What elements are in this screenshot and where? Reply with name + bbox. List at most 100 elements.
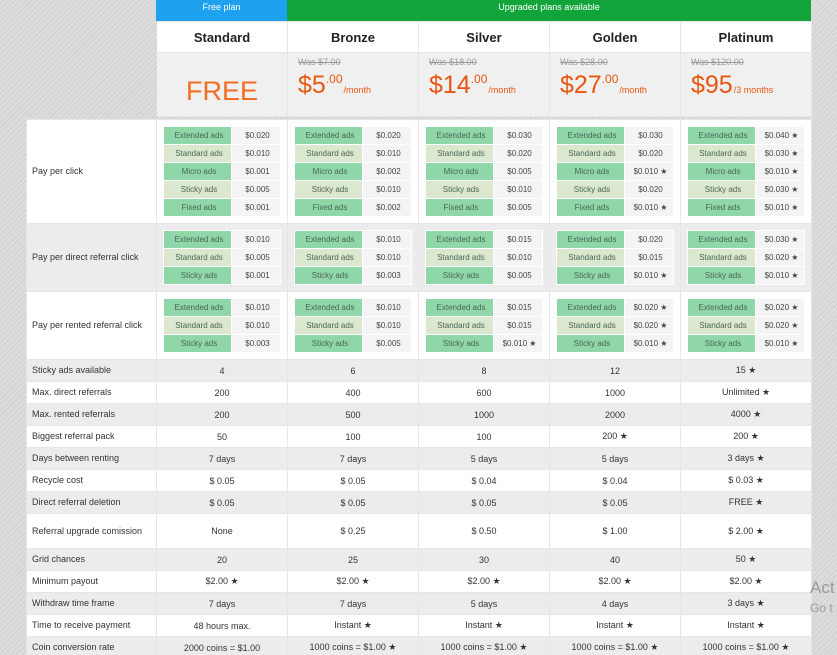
free-plan-banner: Free plan <box>156 0 287 21</box>
rate-row: Micro ads $0.010 ★ <box>687 162 805 181</box>
rate-type: Standard ads <box>163 316 232 335</box>
rate-value: $0.020 <box>493 144 543 163</box>
feature-label: Days between renting <box>26 447 157 470</box>
rate-row: Micro ads $0.001 <box>163 162 281 181</box>
feature-label: Referral upgrade comission <box>26 513 157 549</box>
plan-name-golden: Golden <box>549 21 681 53</box>
price-period: /month <box>488 85 516 95</box>
rate-type: Sticky ads <box>294 266 363 285</box>
feature-label: Direct referral deletion <box>26 491 157 514</box>
rate-row: Micro ads $0.010 ★ <box>556 162 674 181</box>
rate-type: Fixed ads <box>294 198 363 217</box>
rate-type: Fixed ads <box>425 198 494 217</box>
rate-type: Standard ads <box>294 316 363 335</box>
feature-label: Withdraw time frame <box>26 592 157 615</box>
feature-value: $ 0.05 <box>287 491 419 514</box>
rate-row: Sticky ads $0.010 ★ <box>425 334 543 353</box>
rate-row: Extended ads $0.015 <box>425 298 543 317</box>
feature-value: 48 hours max. <box>156 614 288 637</box>
feature-label: Sticky ads available <box>26 359 157 382</box>
rate-cell: Extended ads $0.020 Standard ads $0.010 Micr… <box>156 119 288 224</box>
rate-value: $0.010 ★ <box>755 162 805 181</box>
feature-value: 20 <box>156 548 288 571</box>
rate-type: Extended ads <box>163 126 232 145</box>
feature-row: Grid chances 20 25 30 40 50 ★ <box>26 548 812 571</box>
rate-row: Sticky ads $0.010 ★ <box>556 334 674 353</box>
feature-value: 500 <box>287 403 419 426</box>
rate-value: $0.030 ★ <box>755 180 805 199</box>
feature-row: Recycle cost $ 0.05 $ 0.05 $ 0.04 $ 0.04 $ 0.… <box>26 469 812 492</box>
rate-row: Sticky ads $0.005 <box>425 266 543 285</box>
rate-cell: Extended ads $0.015 Standard ads $0.010 Stic… <box>418 223 550 292</box>
rate-table: Extended ads $0.010 Standard ads $0.005 Stic… <box>163 230 281 285</box>
rate-table: Extended ads $0.030 Standard ads $0.020 Micr… <box>556 126 674 217</box>
rate-row: Sticky ads $0.003 <box>163 334 281 353</box>
rate-value: $0.020 ★ <box>755 316 805 335</box>
rate-value: $0.015 <box>493 298 543 317</box>
rate-table: Extended ads $0.015 Standard ads $0.015 Stic… <box>425 298 543 353</box>
feature-label: Biggest referral pack <box>26 425 157 448</box>
feature-value: 7 days <box>287 447 419 470</box>
rate-value: $0.020 ★ <box>624 316 674 335</box>
feature-row: Biggest referral pack 50 100 100 200 ★ 200 ★ <box>26 425 812 448</box>
rate-type: Sticky ads <box>163 180 232 199</box>
rate-type: Sticky ads <box>687 334 756 353</box>
rate-type: Sticky ads <box>294 180 363 199</box>
feature-value: 100 <box>287 425 419 448</box>
rate-row: Extended ads $0.010 <box>294 298 412 317</box>
old-price: Was $18.00 <box>429 57 477 67</box>
rate-table: Extended ads $0.015 Standard ads $0.010 Stic… <box>425 230 543 285</box>
pay-per-rented-referral-row: Pay per rented referral click Extended ad… <box>26 291 812 360</box>
rate-value: $0.010 <box>231 298 281 317</box>
feature-value: 2000 <box>549 403 681 426</box>
rate-value: $0.003 <box>362 266 412 285</box>
feature-label: Grid chances <box>26 548 157 571</box>
rate-row: Extended ads $0.020 ★ <box>556 298 674 317</box>
rate-type: Micro ads <box>163 162 232 181</box>
rate-value: $0.005 <box>231 180 281 199</box>
rate-value: $0.010 <box>362 298 412 317</box>
rate-row: Standard ads $0.020 <box>425 144 543 163</box>
rate-cell: Extended ads $0.030 ★ Standard ads $0.020 ★… <box>680 223 812 292</box>
rate-row: Standard ads $0.015 <box>556 248 674 267</box>
rate-type: Standard ads <box>425 248 494 267</box>
rate-row: Sticky ads $0.010 ★ <box>687 266 805 285</box>
feature-value: 1000 <box>549 381 681 404</box>
feature-value: 30 <box>418 548 550 571</box>
feature-value: 2000 coins = $1.00 <box>156 636 288 655</box>
price-amount: $27 <box>560 71 602 99</box>
price-golden: Was $28.00 $27.00/month <box>549 52 681 117</box>
rate-table: Extended ads $0.020 Standard ads $0.015 Stic… <box>556 230 674 285</box>
rate-value: $0.010 <box>493 248 543 267</box>
price-cents: .00 <box>325 72 343 86</box>
rate-row: Standard ads $0.005 <box>163 248 281 267</box>
rate-type: Fixed ads <box>687 198 756 217</box>
rate-type: Extended ads <box>294 298 363 317</box>
rate-type: Sticky ads <box>556 180 625 199</box>
rate-cell: Extended ads $0.040 ★ Standard ads $0.030 ★… <box>680 119 812 224</box>
feature-value: 4000 ★ <box>680 403 812 426</box>
rate-type: Standard ads <box>425 316 494 335</box>
feature-value: $2.00 ★ <box>680 570 812 593</box>
rate-value: $0.010 <box>362 180 412 199</box>
old-price: Was $28.00 <box>560 57 608 67</box>
feature-value: Instant ★ <box>549 614 681 637</box>
rate-row: Standard ads $0.010 <box>294 316 412 335</box>
old-price: Was $120.00 <box>691 57 744 67</box>
feature-value: None <box>156 513 288 549</box>
rate-value: $0.020 ★ <box>624 298 674 317</box>
rate-row: Standard ads $0.020 ★ <box>556 316 674 335</box>
rate-row: Extended ads $0.010 <box>294 230 412 249</box>
rate-row: Sticky ads $0.001 <box>163 266 281 285</box>
plan-header-row: Standard Bronze Silver Golden Platinum <box>27 21 812 53</box>
rate-type: Sticky ads <box>425 266 494 285</box>
rate-table: Extended ads $0.010 Standard ads $0.010 Stic… <box>294 298 412 353</box>
rate-cell: Extended ads $0.030 Standard ads $0.020 Micr… <box>549 119 681 224</box>
feature-value: 1000 coins = $1.00 ★ <box>549 636 681 655</box>
rate-value: $0.010 ★ <box>755 334 805 353</box>
rate-row: Standard ads $0.030 ★ <box>687 144 805 163</box>
rate-value: $0.010 <box>231 316 281 335</box>
feature-value: 3 days ★ <box>680 592 812 615</box>
rate-table: Extended ads $0.030 ★ Standard ads $0.020 ★… <box>687 230 805 285</box>
feature-row: Withdraw time frame 7 days 7 days 5 days 4 d… <box>26 592 812 615</box>
